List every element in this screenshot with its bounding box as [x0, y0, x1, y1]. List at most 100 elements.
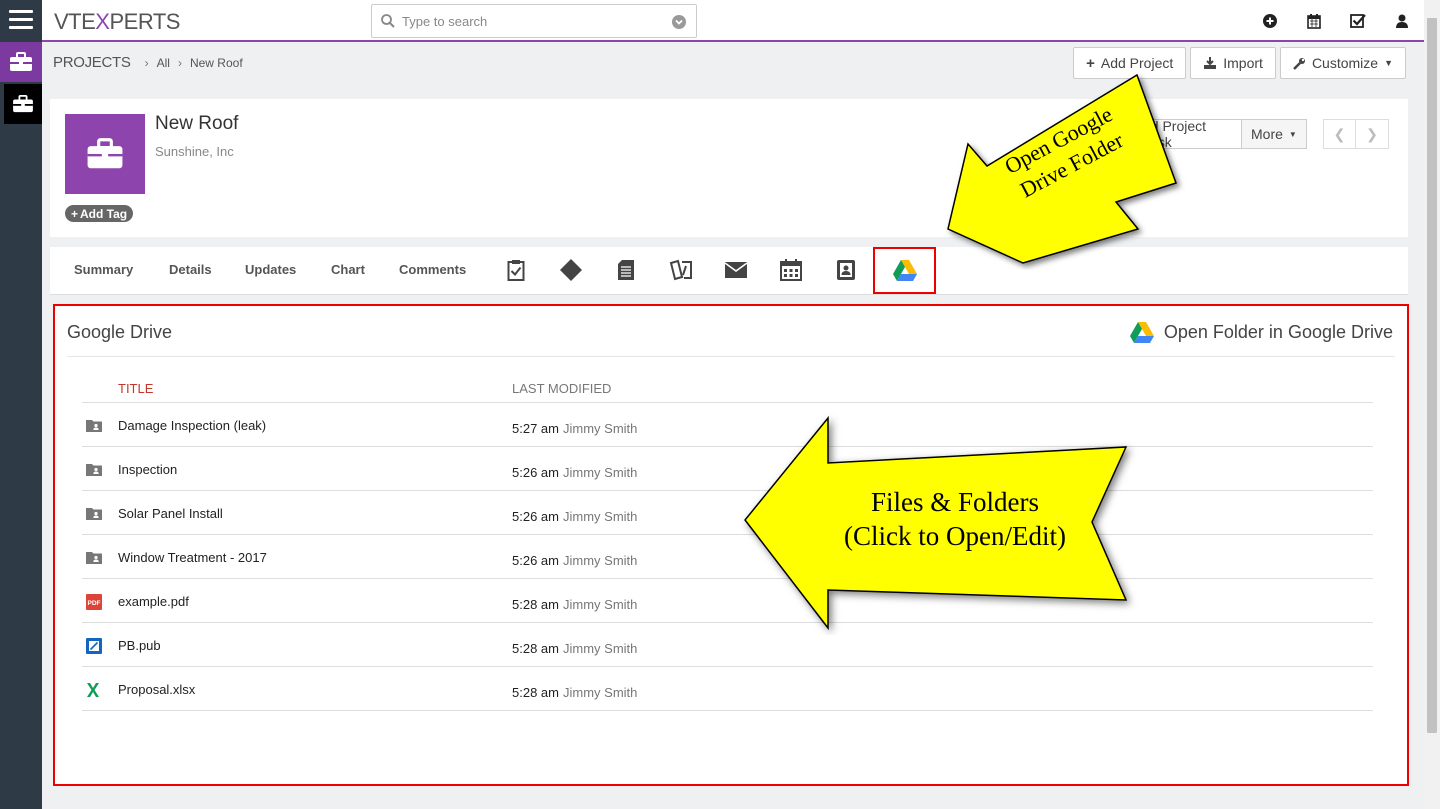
chevron-right-icon: › [144, 55, 149, 70]
customize-button[interactable]: Customize ▼ [1279, 47, 1406, 79]
wrench-icon [1293, 57, 1305, 70]
next-record-button[interactable]: ❯ [1356, 119, 1389, 149]
briefcase-icon [13, 95, 33, 113]
table-row[interactable]: Solar Panel Install 5:26 am Jimmy Smith [82, 491, 1373, 535]
tab-comments[interactable]: Comments [399, 262, 466, 277]
publisher-file-icon [86, 638, 102, 654]
add-project-task-button[interactable]: dd Project Task [1130, 118, 1242, 150]
file-name[interactable]: Damage Inspection (leak) [118, 418, 266, 433]
tab-email-envelope-icon[interactable] [716, 255, 756, 285]
sidebar [0, 0, 42, 809]
record-header: New Roof Sunshine, Inc + Add Tag dd Proje… [50, 99, 1408, 237]
breadcrumb-record: New Roof [189, 55, 243, 70]
modified-by-user: Jimmy Smith [562, 421, 638, 436]
svg-text:PDF: PDF [88, 600, 101, 607]
briefcase-icon [87, 138, 123, 169]
modified-by-user: Jimmy Smith [562, 509, 638, 524]
search-input[interactable] [402, 11, 662, 31]
excel-file-icon [86, 682, 102, 697]
caret-down-icon: ▼ [1384, 58, 1393, 68]
page-scrollbar[interactable] [1424, 0, 1440, 809]
chevron-right-icon: › [177, 55, 182, 70]
previous-record-button[interactable]: ❮ [1323, 119, 1356, 149]
files-folders-callout-text: Files & Folders (Click to Open/Edit) [844, 487, 1066, 551]
main-content: PROJECTS › All › New Roof + Add Project I… [42, 44, 1424, 809]
breadcrumb: PROJECTS › All › New Roof [53, 54, 243, 71]
last-modified: 5:28 am Jimmy Smith [512, 641, 638, 656]
tasks-checkbox-icon[interactable] [1336, 0, 1380, 42]
add-tag-button[interactable]: + Add Tag [65, 205, 134, 222]
file-name[interactable]: Solar Panel Install [118, 506, 223, 521]
more-button[interactable]: More ▼ [1242, 119, 1307, 149]
table-row[interactable]: Inspection 5:26 am Jimmy Smith [82, 447, 1373, 491]
table-row[interactable]: Window Treatment - 2017 5:26 am Jimmy Smit… [82, 535, 1373, 579]
column-header-last-modified[interactable]: LAST MODIFIED [512, 381, 611, 396]
pdf-file-icon: PDF [86, 594, 102, 610]
scrollbar-thumb[interactable] [1427, 18, 1437, 733]
google-drive-panel: Google Drive Open Folder in Google Drive… [53, 304, 1409, 786]
tab-google-drive[interactable] [873, 247, 936, 294]
tab-calendar-icon[interactable] [771, 255, 811, 285]
tab-updates[interactable]: Updates [245, 262, 296, 277]
column-header-title[interactable]: TITLE [118, 381, 153, 396]
tab-milestones-diamond-icon[interactable] [551, 255, 591, 285]
tab-contacts-book-icon[interactable] [826, 255, 866, 285]
plus-icon: + [1086, 54, 1095, 72]
tab-details[interactable]: Details [169, 262, 212, 277]
add-project-button[interactable]: + Add Project [1073, 47, 1187, 79]
download-icon [1204, 57, 1217, 69]
last-modified: 5:28 am Jimmy Smith [512, 597, 638, 612]
google-drive-icon [892, 260, 917, 281]
table-row[interactable]: Proposal.xlsx 5:28 am Jimmy Smith [82, 667, 1373, 711]
last-modified: 5:26 am Jimmy Smith [512, 553, 638, 568]
plus-icon: + [71, 206, 79, 221]
last-modified: 5:28 am Jimmy Smith [512, 685, 638, 700]
record-title: New Roof [155, 113, 239, 134]
search-icon [381, 14, 395, 28]
modified-by-user: Jimmy Smith [562, 641, 638, 656]
breadcrumb-filter[interactable]: All [157, 56, 170, 70]
sidebar-item-projects-alt[interactable] [4, 84, 42, 124]
last-modified: 5:27 am Jimmy Smith [512, 421, 638, 436]
tab-tickets-icon[interactable] [661, 255, 701, 285]
breadcrumb-module[interactable]: PROJECTS [53, 54, 131, 71]
last-modified: 5:26 am Jimmy Smith [512, 465, 638, 480]
modified-by-user: Jimmy Smith [562, 465, 638, 480]
shared-folder-icon [86, 418, 102, 432]
tab-summary[interactable]: Summary [74, 262, 133, 277]
sidebar-item-projects[interactable] [0, 42, 42, 82]
last-modified: 5:26 am Jimmy Smith [512, 509, 638, 524]
related-tabs: Summary Details Updates Chart Comments [50, 247, 1408, 295]
import-button[interactable]: Import [1190, 47, 1276, 79]
divider [67, 356, 1395, 357]
table-row[interactable]: Damage Inspection (leak) 5:27 am Jimmy Smi… [82, 403, 1373, 447]
open-folder-in-drive-link[interactable]: Open Folder in Google Drive [1129, 322, 1393, 343]
tab-tasks-clipboard-icon[interactable] [496, 255, 536, 285]
briefcase-icon [10, 52, 32, 71]
google-drive-icon [1129, 322, 1154, 343]
tab-chart[interactable]: Chart [331, 262, 365, 277]
hamburger-menu-icon[interactable] [9, 10, 33, 32]
file-name[interactable]: Inspection [118, 462, 177, 477]
record-account[interactable]: Sunshine, Inc [155, 144, 234, 159]
file-name[interactable]: Window Treatment - 2017 [118, 550, 267, 565]
shared-folder-icon [86, 550, 102, 564]
calendar-icon[interactable] [1292, 0, 1336, 42]
user-profile-icon[interactable] [1380, 0, 1424, 42]
file-name[interactable]: example.pdf [118, 594, 189, 609]
modified-by-user: Jimmy Smith [562, 597, 638, 612]
quick-create-icon[interactable] [1248, 0, 1292, 42]
app-logo[interactable]: VTEXPERTS [54, 9, 180, 35]
caret-down-icon: ▼ [1288, 129, 1297, 139]
shared-folder-icon [86, 506, 102, 520]
project-avatar [65, 114, 145, 194]
table-row[interactable]: PB.pub 5:28 am Jimmy Smith [82, 623, 1373, 667]
tab-documents-icon[interactable] [606, 255, 646, 285]
table-row[interactable]: PDF example.pdf 5:28 am Jimmy Smith [82, 579, 1373, 623]
file-name[interactable]: Proposal.xlsx [118, 682, 195, 697]
panel-title: Google Drive [67, 322, 173, 342]
global-search [371, 4, 697, 38]
chevron-down-icon[interactable] [672, 15, 686, 29]
modified-by-user: Jimmy Smith [562, 553, 638, 568]
file-name[interactable]: PB.pub [118, 638, 161, 653]
